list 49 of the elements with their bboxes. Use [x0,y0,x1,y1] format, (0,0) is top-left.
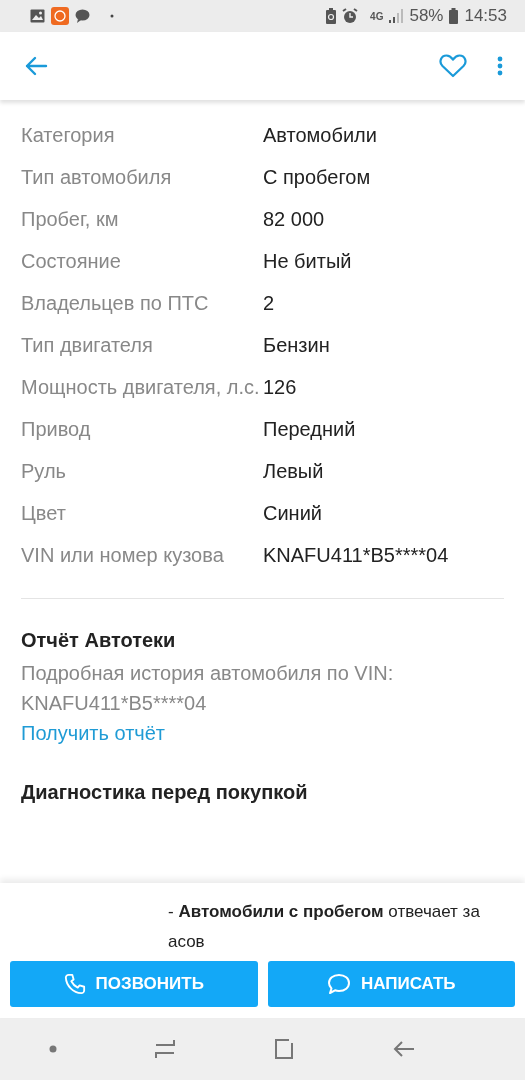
recent-apps-icon[interactable] [153,1038,176,1060]
report-description: Подробная история автомобиля по VIN: KNAFU411*B5****04 [21,661,395,716]
battery-saver-icon [326,8,337,24]
spec-label: Состояние [21,249,122,274]
more-menu-icon[interactable] [497,56,503,76]
spec-value: Не битый [263,249,352,274]
dot-icon [110,14,114,18]
dot-icon[interactable] [48,1045,57,1053]
section-title: Отчёт Автотеки [21,629,177,652]
signal-icon [389,9,404,23]
spec-value: С пробегом [263,165,371,190]
spec-label: Мощность двигателя, л.с. [21,375,261,400]
spec-value: Левый [263,459,324,484]
spec-value: Передний [263,417,356,442]
spec-label: Владельцев по ПТС [21,291,210,316]
battery-icon [449,8,459,24]
spec-label: Тип автомобиля [21,165,173,190]
message-button[interactable]: НАПИСАТЬ [267,961,515,1007]
app-icon [51,7,69,25]
spec-value: 82 000 [263,207,325,232]
spec-label: Пробег, км [21,207,120,232]
clock: 14:53 [464,6,507,26]
back-arrow-icon[interactable] [24,56,48,76]
spec-label: Тип двигателя [21,333,154,358]
spec-value: 126 [263,375,297,400]
spec-label: Цвет [21,501,67,526]
phone-icon [63,973,86,995]
battery-percent: 58% [409,6,444,26]
speech-bubble-icon [326,973,351,995]
heart-icon[interactable] [439,54,467,78]
spec-label: Руль [21,459,67,484]
gallery-icon [30,9,45,23]
seller-note: - Автомобили с пробегом отвечает за асов [167,901,481,947]
get-report-link[interactable]: Получить отчёт [21,722,165,745]
section-title: Диагностика перед покупкой [21,781,309,804]
spec-value: Автомобили [263,123,377,148]
alarm-icon [342,8,359,24]
spec-label: VIN или номер кузова [21,543,225,568]
back-icon[interactable] [392,1039,417,1059]
spec-label: Категория [21,123,116,148]
spec-value: Бензин [263,333,330,358]
spec-value: 2 [263,291,275,316]
spec-label: Привод [21,417,92,442]
home-icon[interactable] [273,1038,296,1060]
spec-value: Синий [263,501,322,526]
call-button[interactable]: ПОЗВОНИТЬ [10,961,258,1007]
network-label: 4G [370,10,384,22]
spec-value: KNAFU411*B5****04 [263,543,449,568]
chat-bubble-icon [75,9,90,23]
